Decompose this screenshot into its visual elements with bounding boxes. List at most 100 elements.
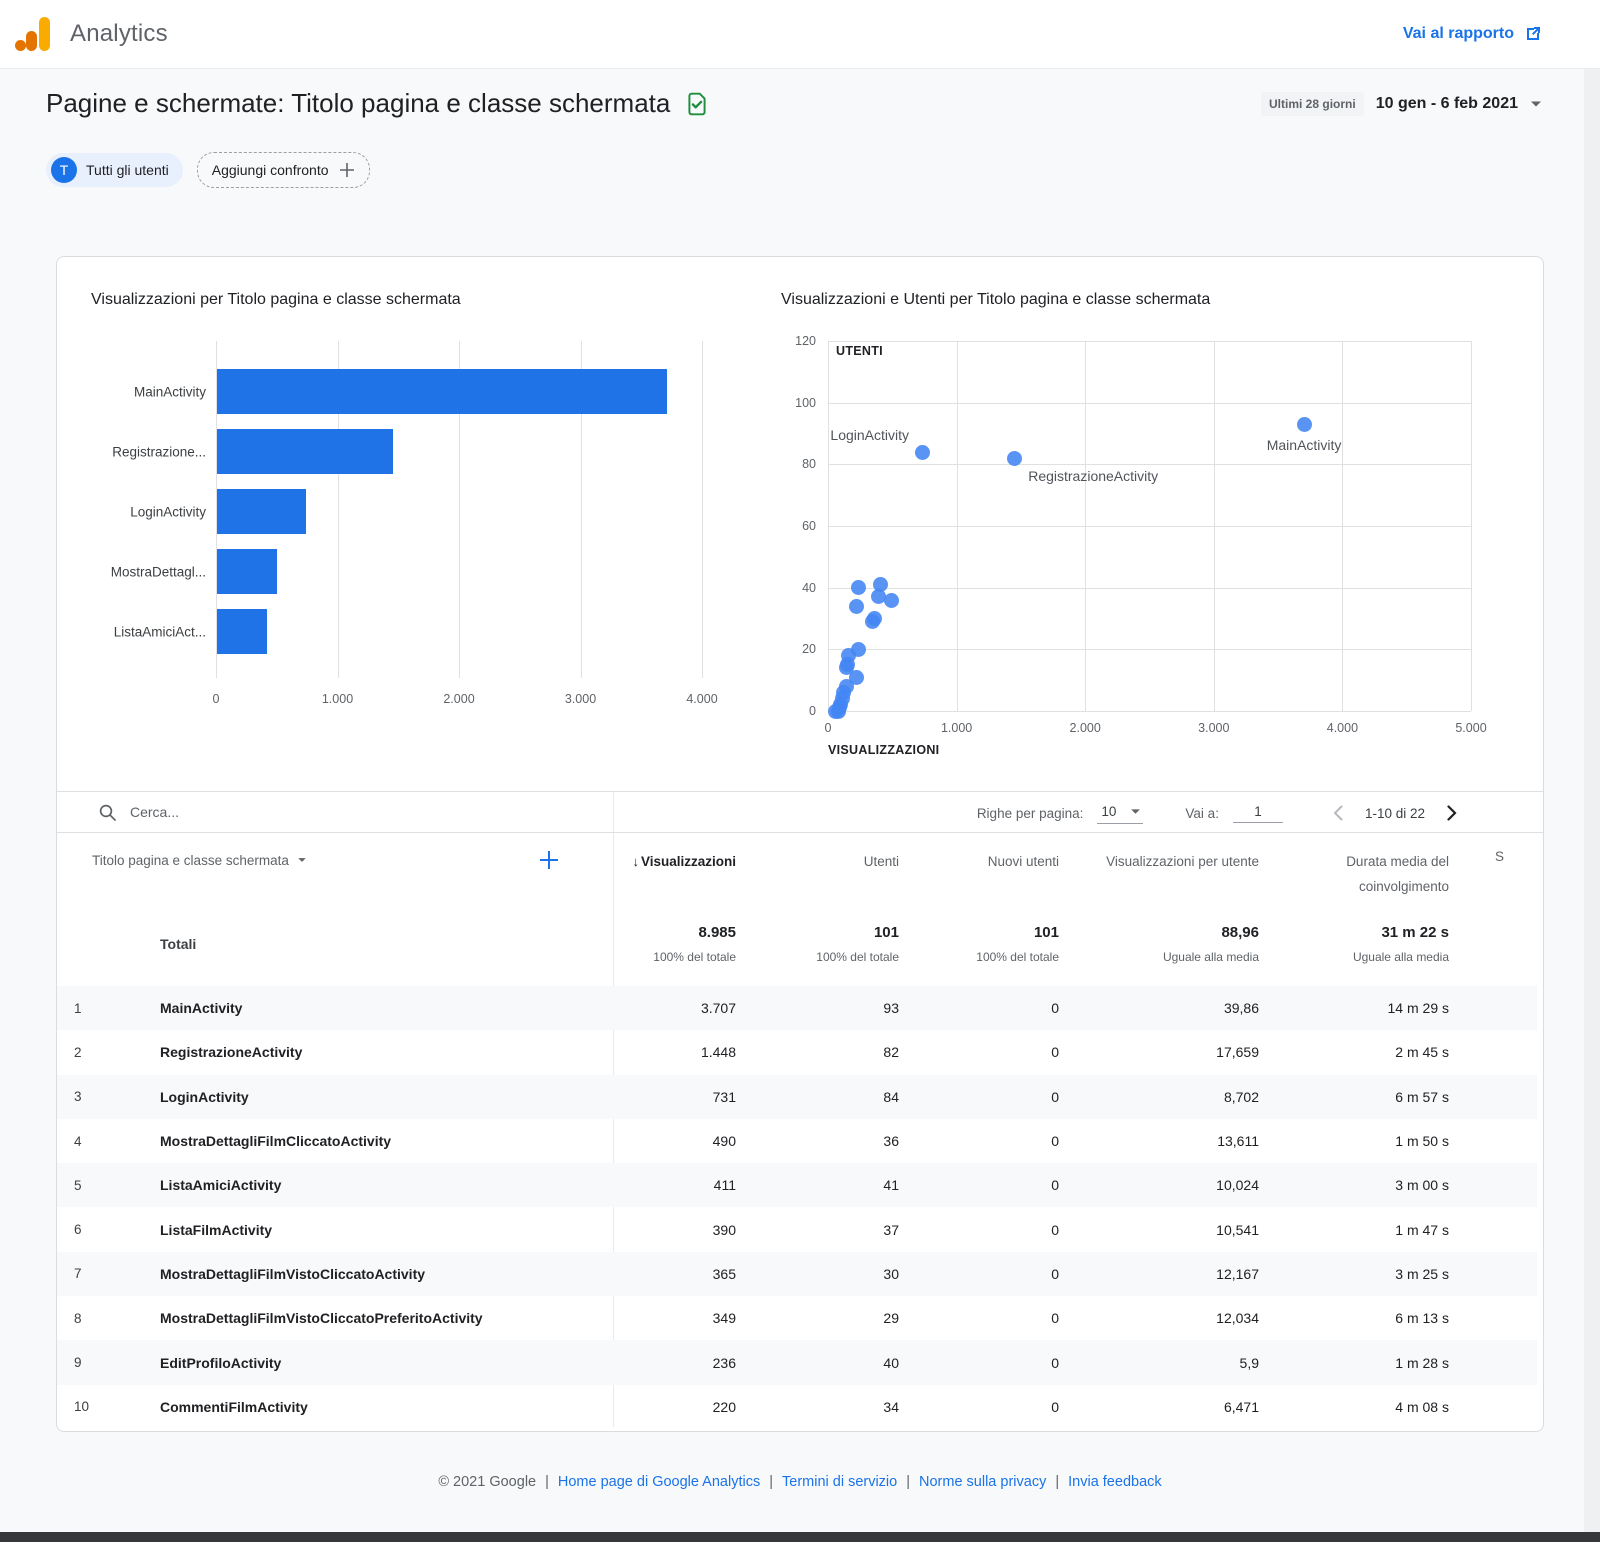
footer-separator: | — [906, 1474, 911, 1490]
column-header-2[interactable]: Utenti — [736, 833, 899, 874]
column-header-5[interactable]: Durata media del coinvolgimento — [1259, 833, 1449, 899]
bar-gridline — [702, 341, 703, 678]
row-name: ListaAmiciActivity — [160, 1177, 282, 1194]
scatter-x-tick-label: 5.000 — [1455, 721, 1487, 735]
next-page-button[interactable] — [1439, 800, 1465, 826]
row-value: 6,471 — [1223, 1398, 1259, 1415]
row-number: 5 — [74, 1177, 82, 1193]
column-header-label: Visualizzazioni — [640, 854, 736, 869]
scatter-gridline — [828, 464, 1471, 466]
add-column-button[interactable] — [538, 849, 560, 871]
row-value: 6 m 13 s — [1395, 1310, 1449, 1327]
footer-link[interactable]: Invia feedback — [1068, 1474, 1162, 1490]
scatter-y-tick-label: 20 — [802, 642, 816, 657]
rows-per-page-select[interactable]: 10 — [1097, 802, 1144, 824]
footer-separator: | — [545, 1474, 549, 1490]
row-value: 5,9 — [1239, 1354, 1259, 1371]
totals-subtext: 100% del totale — [816, 949, 899, 964]
row-value: 731 — [712, 1088, 736, 1105]
table-row: 9 EditProfiloActivity 236 40 0 5,9 1 m 28 s — [57, 1340, 1537, 1385]
row-value: 0 — [1051, 1000, 1059, 1017]
footer-link[interactable]: Home page di Google Analytics — [558, 1474, 760, 1490]
totals-cell: 8.985 100% del totale — [578, 924, 736, 964]
totals-value: 88,96 — [1221, 923, 1259, 941]
totals-cell: 88,96 Uguale alla media — [1059, 924, 1259, 964]
rows-per-page-label: Righe per pagina: — [976, 805, 1084, 821]
column-header-1[interactable]: ↓ Visualizzazioni — [578, 833, 736, 874]
add-comparison-chip[interactable]: Aggiungi confronto — [196, 152, 370, 188]
row-value: 0 — [1051, 1044, 1059, 1061]
scatter-gridline — [828, 341, 1471, 342]
table-body: 1 MainActivity 3.707 93 0 39,86 14 m 29 s 2 Regi… — [57, 986, 1537, 1429]
row-value: 1.448 — [700, 1044, 736, 1061]
table-toolbar: Righe per pagina: 10 Vai a: 1-10 di 22 — [57, 791, 1543, 833]
segment-chips: T Tutti gli utenti Aggiungi confronto — [46, 152, 370, 188]
scatter-x-tick-label: 2.000 — [1069, 721, 1101, 735]
row-value: 490 — [712, 1133, 736, 1150]
scatter-y-tick-label: 0 — [809, 704, 816, 718]
scatter-y-tick-label: 100 — [795, 395, 816, 410]
table-row: 2 RegistrazioneActivity 1.448 82 0 17,659 2 m … — [57, 1030, 1537, 1074]
column-header-4[interactable]: Visualizzazioni per utente — [1059, 833, 1259, 874]
row-value: 82 — [883, 1044, 899, 1061]
column-header-label: Visualizzazioni per utente — [1106, 854, 1259, 869]
bar — [217, 369, 668, 414]
search-input[interactable] — [128, 803, 452, 821]
table-row: 4 MostraDettagliFilmCliccatoActivity 490 36… — [57, 1119, 1537, 1163]
footer-link[interactable]: Norme sulla privacy — [919, 1474, 1046, 1490]
app-title: Analytics — [70, 20, 168, 47]
row-value: 2 m 45 s — [1395, 1044, 1449, 1061]
dimension-header-dropdown[interactable]: Titolo pagina e classe schermata — [92, 853, 307, 868]
column-header-3[interactable]: Nuovi utenti — [899, 833, 1059, 874]
column-header-clipped: S — [1494, 849, 1504, 864]
scatter-point-label: MainActivity — [1266, 437, 1342, 454]
table-row: 8 MostraDettagliFilmVistoCliccatoPreferit… — [57, 1296, 1537, 1340]
row-number: 3 — [74, 1089, 82, 1105]
dimension-header-label: Titolo pagina e classe schermata — [92, 852, 289, 868]
previous-page-button[interactable] — [1325, 800, 1351, 826]
bar-category-label: MainActivity — [133, 384, 206, 400]
footer-link[interactable]: Termini di servizio — [782, 1474, 897, 1490]
scatter-x-tick-label: 1.000 — [940, 721, 973, 735]
goto-page-input[interactable] — [1232, 803, 1283, 823]
table-totals-row: Totali 8.985 100% del totale 101 100% del t… — [57, 901, 1537, 986]
date-preset-badge: Ultimi 28 giorni — [1261, 91, 1364, 116]
scatter-x-tick-label: 3.000 — [1198, 721, 1230, 735]
row-value: 84 — [883, 1088, 899, 1105]
bar-category-label: Registrazione... — [112, 444, 206, 460]
row-number: 10 — [74, 1399, 90, 1415]
row-name: EditProfiloActivity — [160, 1354, 282, 1371]
all-users-chip[interactable]: T Tutti gli utenti — [46, 153, 183, 187]
page-header: Pagine e schermate: Titolo pagina e clas… — [46, 88, 1542, 119]
row-value: 0 — [1051, 1221, 1059, 1238]
footer-separator: | — [769, 1474, 773, 1490]
date-range-selector[interactable]: Ultimi 28 giorni 10 gen - 6 feb 2021 — [1261, 91, 1542, 116]
bar-x-tick-label: 0 — [212, 692, 220, 706]
go-to-report-label: Vai al rapporto — [1402, 25, 1514, 42]
table-row: 5 ListaAmiciActivity 411 41 0 10,024 3 m 00 s — [57, 1163, 1537, 1208]
row-value: 3 m 25 s — [1395, 1265, 1449, 1282]
scatter-y-tick-label: 120 — [795, 334, 816, 348]
scatter-y-tick-label: 80 — [802, 457, 816, 472]
plus-icon — [339, 162, 355, 178]
totals-subtext: 100% del totale — [653, 949, 736, 964]
scatter-point — [828, 703, 844, 719]
row-name: MostraDettagliFilmVistoCliccatoActivity — [160, 1265, 426, 1282]
row-value: 14 m 29 s — [1387, 1000, 1449, 1017]
row-value: 12,167 — [1216, 1265, 1259, 1282]
window-bottom-edge — [0, 1532, 1600, 1542]
bar — [217, 549, 277, 594]
row-value: 37 — [883, 1221, 899, 1238]
scrollbar[interactable] — [1584, 69, 1600, 1532]
scatter-point — [1297, 416, 1313, 432]
row-value: 93 — [883, 1000, 899, 1017]
row-name: MainActivity — [160, 1000, 243, 1017]
row-value: 6 m 57 s — [1395, 1088, 1449, 1105]
totals-value: 101 — [1033, 923, 1059, 941]
analytics-logo-icon — [14, 14, 52, 54]
row-value: 0 — [1051, 1354, 1059, 1371]
search-box[interactable] — [57, 803, 569, 821]
scatter-point — [914, 444, 930, 460]
go-to-report-link[interactable]: Vai al rapporto — [1403, 0, 1542, 68]
rows-per-page-value: 10 — [1101, 804, 1117, 819]
